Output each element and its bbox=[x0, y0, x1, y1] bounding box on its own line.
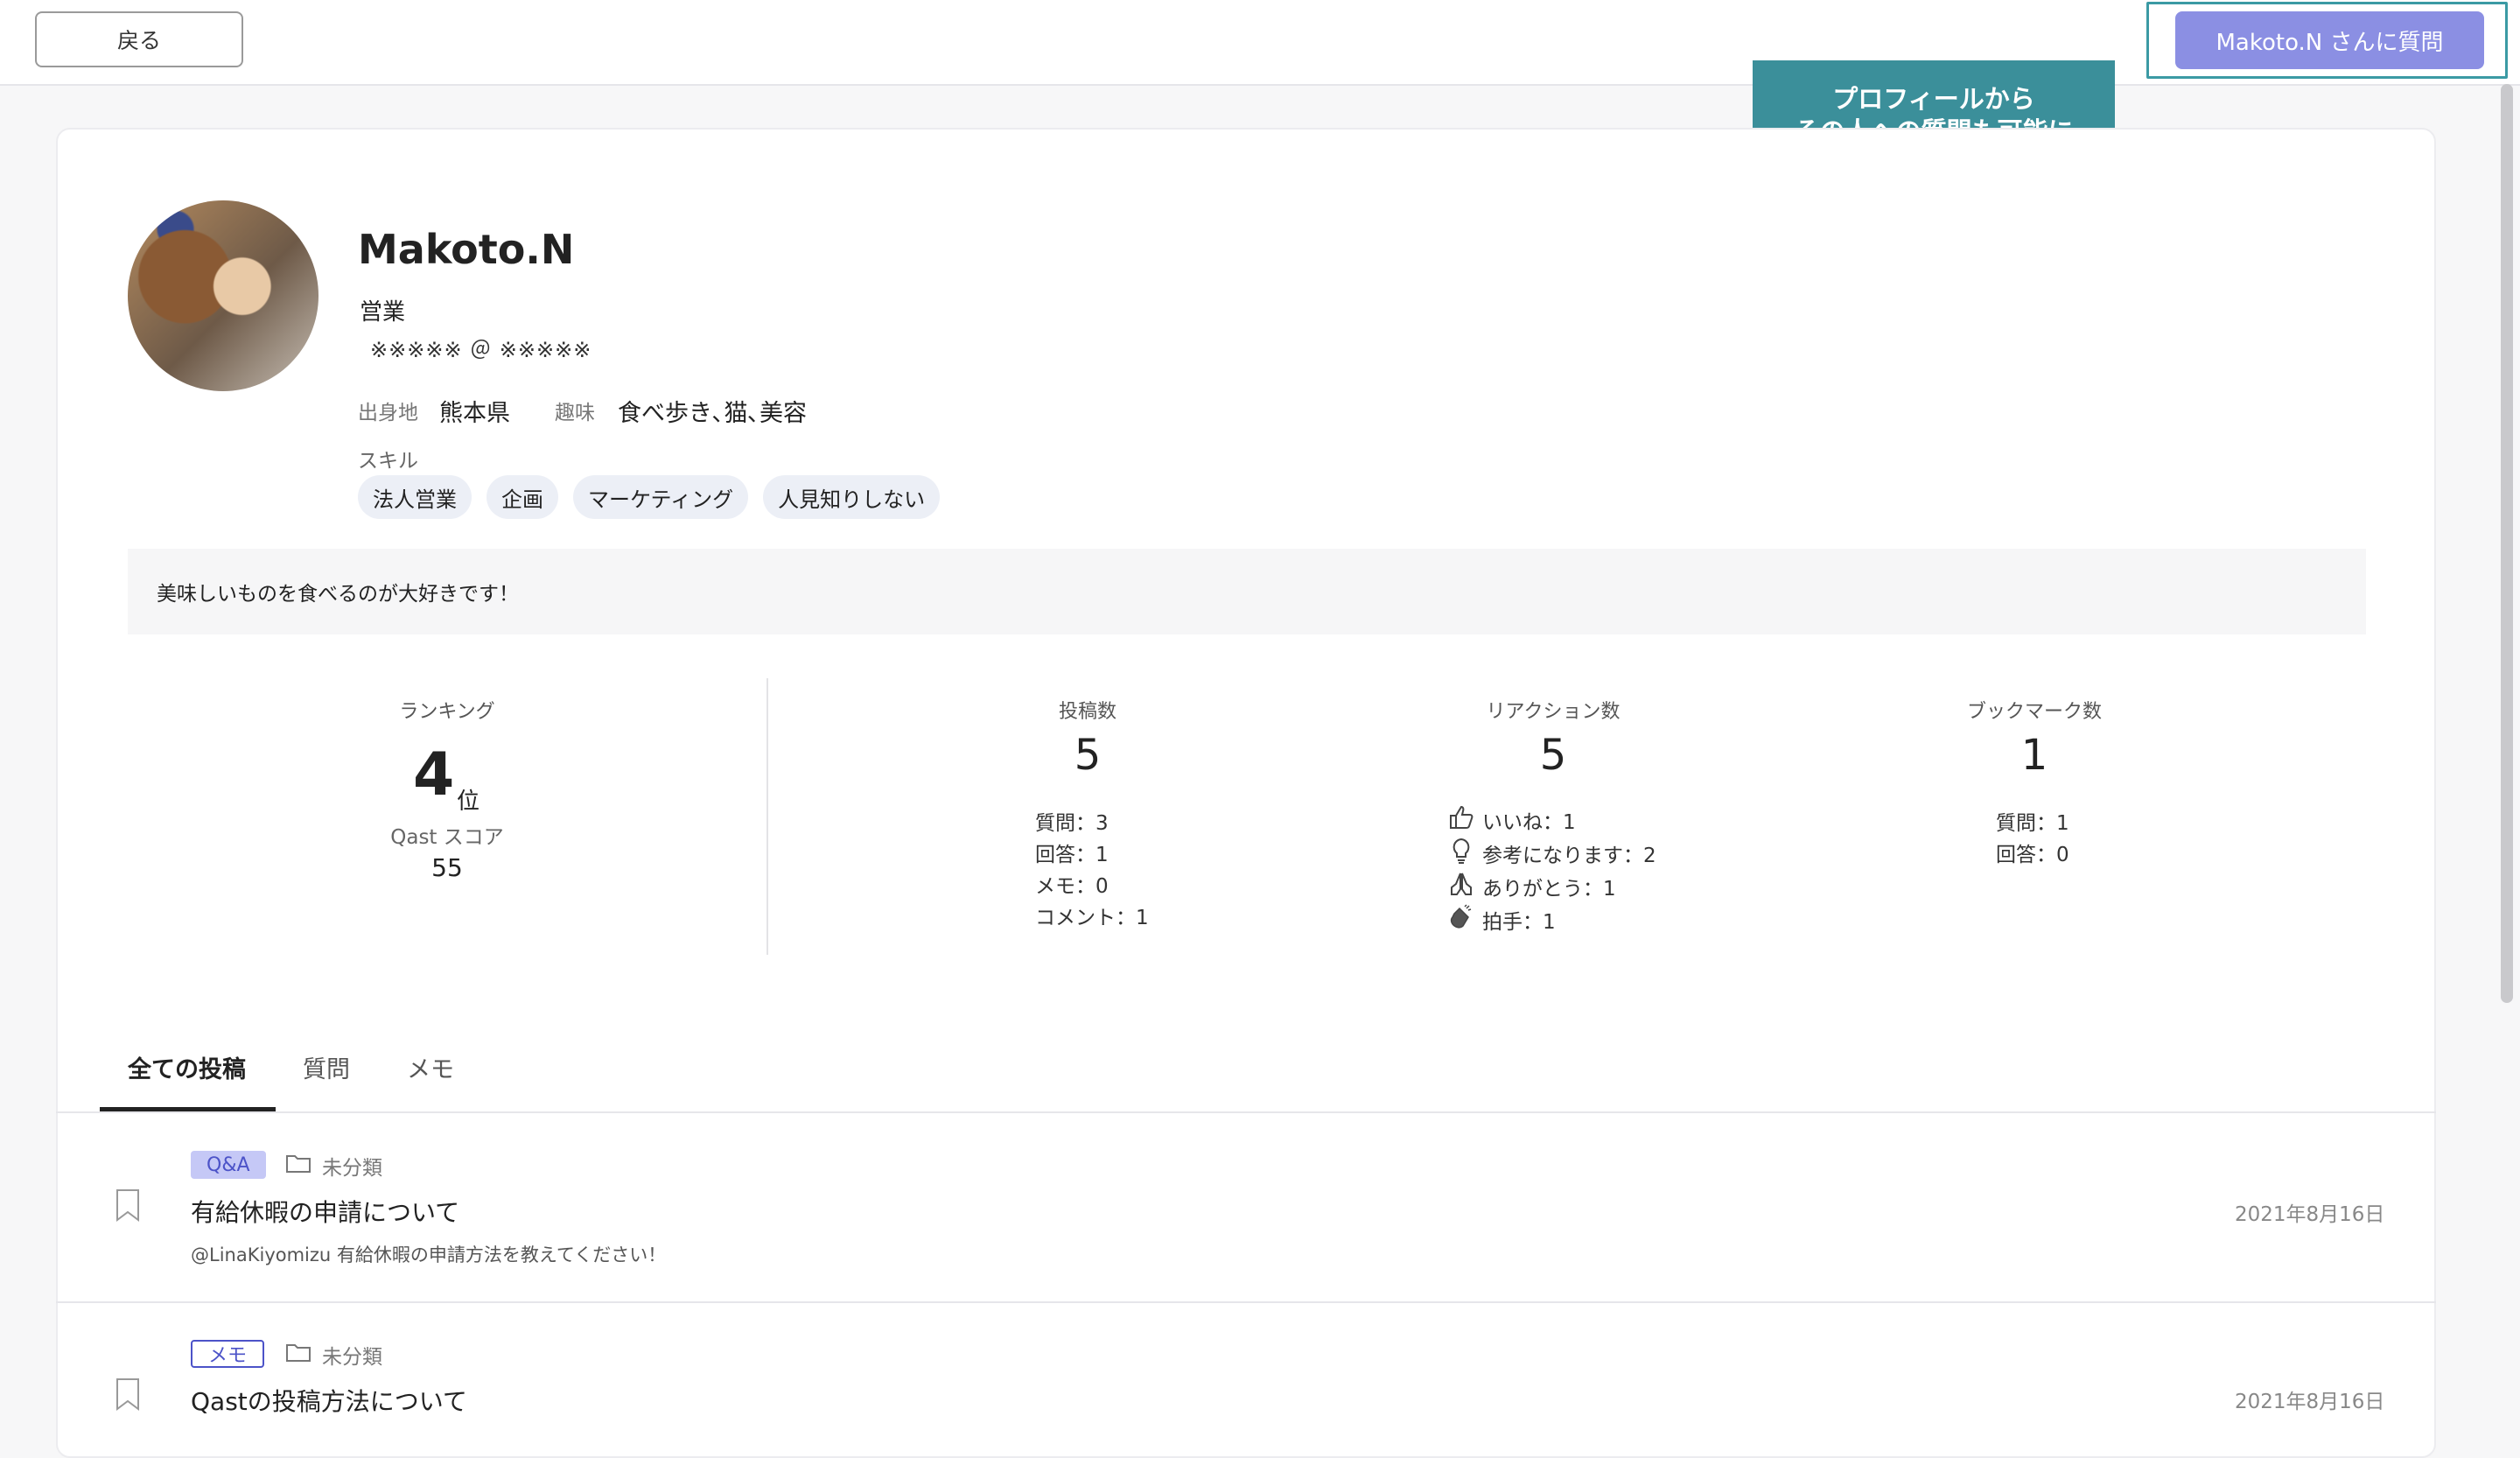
lightbulb-icon bbox=[1447, 837, 1475, 870]
posts-breakdown-item: コメント：1 bbox=[1035, 907, 1149, 929]
scrollbar[interactable] bbox=[2501, 84, 2513, 1003]
posts-breakdown-item: 質問：3 bbox=[1035, 812, 1109, 835]
profile-email: ※※※※※ ＠ ※※※※※ bbox=[370, 338, 592, 362]
post-date: 2021年8月16日 bbox=[2235, 1391, 2385, 1413]
ranking-suffix: 位 bbox=[457, 789, 480, 815]
ask-question-button[interactable]: Makoto.N さんに質問 bbox=[2175, 11, 2484, 69]
qast-score-value: 55 bbox=[431, 853, 463, 882]
callout-line-1: プロフィールから bbox=[1832, 84, 2035, 114]
reaction-label: いいね：1 bbox=[1482, 811, 1576, 834]
post-snippet: @LinaKiyomizu 有給休暇の申請方法を教えてください！ bbox=[191, 1244, 667, 1265]
bookmarks-count-value: 1 bbox=[2020, 731, 2048, 780]
post-type-badge: メモ bbox=[191, 1340, 265, 1368]
bookmarks-breakdown-item: 質問：1 bbox=[1996, 812, 2069, 835]
posts-breakdown-item: 回答：1 bbox=[1035, 844, 1109, 866]
ranking-title: ランキング bbox=[399, 701, 495, 723]
top-bar bbox=[0, 0, 2520, 86]
reaction-row-thanks: ありがとう：1 bbox=[1447, 870, 1616, 903]
clapping-hands-icon bbox=[1447, 903, 1475, 936]
ranking-value: 4 bbox=[413, 740, 455, 810]
stats-divider bbox=[766, 678, 768, 955]
profile-name: Makoto.N bbox=[358, 226, 575, 273]
reactions-count-title: リアクション数 bbox=[1486, 701, 1620, 723]
tab-questions[interactable]: 質問 bbox=[303, 1050, 350, 1084]
post-folder: 未分類 bbox=[285, 1340, 382, 1370]
hobby-value: 食べ歩き､猫､美容 bbox=[618, 400, 807, 427]
bookmarks-breakdown-item: 回答：0 bbox=[1996, 844, 2069, 866]
reaction-row-clap: 拍手：1 bbox=[1447, 903, 1556, 936]
posts-count-title: 投稿数 bbox=[1058, 701, 1117, 723]
bookmark-icon[interactable] bbox=[115, 1377, 141, 1411]
post-type-badge: Q&A bbox=[191, 1151, 266, 1179]
folder-label: 未分類 bbox=[322, 1346, 382, 1369]
skill-chip[interactable]: 企画 bbox=[486, 475, 558, 519]
back-button[interactable]: 戻る bbox=[35, 11, 243, 67]
skill-chip[interactable]: マーケティング bbox=[573, 475, 749, 519]
post-divider bbox=[56, 1301, 2436, 1303]
skill-chip[interactable]: 法人営業 bbox=[358, 475, 472, 519]
folder-icon bbox=[285, 1342, 312, 1368]
qast-score-label: Qast スコア bbox=[390, 826, 504, 849]
skill-chip[interactable]: 人見知りしない bbox=[763, 475, 941, 519]
tabs-divider bbox=[56, 1111, 2436, 1113]
folder-icon bbox=[285, 1153, 312, 1179]
reaction-row-like: いいね：1 bbox=[1447, 803, 1576, 837]
skills-list: 法人営業 企画 マーケティング 人見知りしない bbox=[358, 475, 941, 519]
posts-count-value: 5 bbox=[1074, 731, 1102, 780]
folder-label: 未分類 bbox=[322, 1157, 382, 1180]
post-title[interactable]: 有給休暇の申請について bbox=[191, 1194, 459, 1229]
reaction-label: ありがとう：1 bbox=[1482, 878, 1616, 901]
bookmark-icon[interactable] bbox=[115, 1188, 141, 1222]
post-folder: 未分類 bbox=[285, 1151, 382, 1181]
hometown-value: 熊本県 bbox=[439, 400, 510, 427]
reaction-label: 参考になります：2 bbox=[1482, 845, 1656, 867]
skills-label: スキル bbox=[358, 450, 418, 473]
post-date: 2021年8月16日 bbox=[2235, 1203, 2385, 1226]
reaction-label: 拍手：1 bbox=[1482, 911, 1556, 934]
post-title[interactable]: Qastの投稿方法について bbox=[191, 1383, 467, 1418]
praying-hands-icon bbox=[1447, 870, 1475, 903]
profile-department: 営業 bbox=[360, 299, 406, 326]
posts-breakdown-item: メモ：0 bbox=[1035, 875, 1109, 898]
hometown-label: 出身地 bbox=[358, 402, 418, 424]
reactions-count-value: 5 bbox=[1539, 731, 1567, 780]
avatar bbox=[128, 200, 318, 391]
profile-bio: 美味しいものを食べるのが大好きです！ bbox=[128, 549, 2366, 634]
reaction-row-helpful: 参考になります：2 bbox=[1447, 837, 1656, 870]
tab-all-posts[interactable]: 全ての投稿 bbox=[128, 1050, 246, 1084]
tab-memos[interactable]: メモ bbox=[407, 1050, 454, 1084]
bookmarks-count-title: ブックマーク数 bbox=[1966, 701, 2103, 723]
hobby-label: 趣味 bbox=[555, 402, 595, 424]
thumbs-up-icon bbox=[1447, 803, 1475, 837]
